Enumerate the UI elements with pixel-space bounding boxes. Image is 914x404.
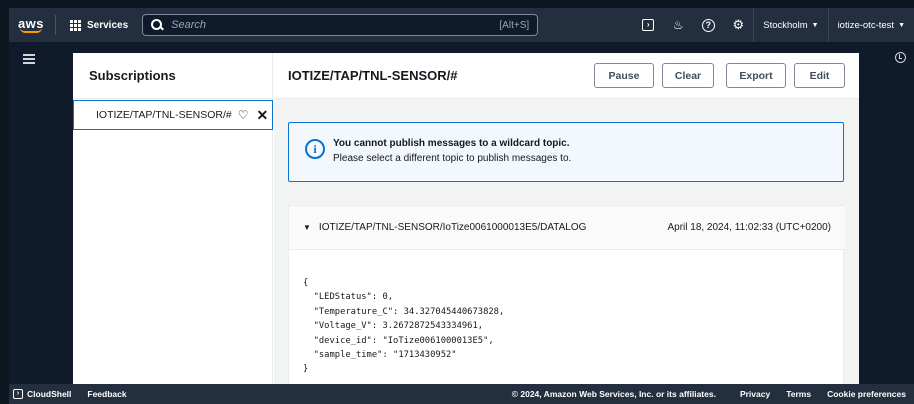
close-icon[interactable]: ✕ <box>257 107 269 124</box>
message-timestamp: April 18, 2024, 11:02:33 (UTC+0200) <box>667 222 831 233</box>
edit-button[interactable]: Edit <box>794 63 845 88</box>
grid-icon <box>70 19 81 31</box>
hamburger-menu-icon[interactable] <box>23 54 35 64</box>
help-button[interactable]: ? <box>693 8 723 42</box>
terms-link[interactable]: Terms <box>778 389 819 399</box>
services-label: Services <box>87 19 129 31</box>
subscription-item[interactable]: IOTIZE/TAP/TNL-SENSOR/# ♡ ✕ <box>73 100 273 130</box>
alert-title: You cannot publish messages to a wildcar… <box>333 138 570 149</box>
info-alert: i You cannot publish messages to a wildc… <box>288 122 844 182</box>
gear-icon: ⚙ <box>732 17 745 32</box>
nav-right-group: › ♨ ? ⚙ Stockholm ▼ iotize-otc-test ▼ <box>633 8 914 42</box>
main-content: Subscriptions IOTIZE/TAP/TNL-SENSOR/# ♡ … <box>47 42 888 384</box>
privacy-link[interactable]: Privacy <box>732 389 778 399</box>
payload-line: "LEDStatus": 0, <box>303 292 394 303</box>
clear-button[interactable]: Clear <box>662 63 714 88</box>
mqtt-client-panel: Subscriptions IOTIZE/TAP/TNL-SENSOR/# ♡ … <box>73 53 859 384</box>
topic-title: IOTIZE/TAP/TNL-SENSOR/# <box>288 68 458 83</box>
message-topic: IOTIZE/TAP/TNL-SENSOR/IoTize0061000013E5… <box>318 222 587 233</box>
message-payload: { "LEDStatus": 0, "Temperature_C": 34.32… <box>303 276 504 377</box>
subscriptions-column: Subscriptions IOTIZE/TAP/TNL-SENSOR/# ♡ … <box>73 53 273 384</box>
caret-down-icon: ▼ <box>898 21 905 29</box>
subscriptions-title: Subscriptions <box>89 68 176 83</box>
clock-icon[interactable] <box>895 52 906 63</box>
payload-line: "Voltage_V": 3.2672872543334961, <box>303 321 484 332</box>
cloudshell-label: CloudShell <box>27 389 72 399</box>
help-icon: ? <box>701 18 715 32</box>
account-menu[interactable]: iotize-otc-test ▼ <box>827 8 914 42</box>
message-header[interactable]: ▼ IOTIZE/TAP/TNL-SENSOR/IoTize0061000013… <box>289 206 845 250</box>
aws-smile-icon <box>20 28 42 33</box>
payload-line: { <box>303 278 309 288</box>
favorite-heart-icon[interactable]: ♡ <box>238 108 249 122</box>
topic-column: IOTIZE/TAP/TNL-SENSOR/# Pause Clear Expo… <box>274 53 859 384</box>
region-label: Stockholm <box>763 19 808 31</box>
aws-logo[interactable]: aws <box>9 8 53 42</box>
payload-line: "Temperature_C": 34.327045440673828, <box>303 306 505 317</box>
copyright-text: © 2024, Amazon Web Services, Inc. or its… <box>511 389 716 399</box>
alert-area: i You cannot publish messages to a wildc… <box>274 99 859 195</box>
right-rail <box>888 42 914 384</box>
region-selector[interactable]: Stockholm ▼ <box>753 8 827 42</box>
pause-button[interactable]: Pause <box>594 63 654 88</box>
cloudshell-footer-button[interactable]: › CloudShell <box>9 389 79 399</box>
nav-divider <box>55 15 56 35</box>
bell-icon: ♨ <box>672 18 684 32</box>
top-navigation: aws Services [Alt+S] › ♨ ? ⚙ Stockholm ▼… <box>9 8 914 42</box>
search-box[interactable]: [Alt+S] <box>142 14 539 36</box>
message-card: ▼ IOTIZE/TAP/TNL-SENSOR/IoTize0061000013… <box>288 205 845 384</box>
expand-caret-down-icon: ▼ <box>303 223 311 232</box>
cloudshell-button[interactable]: › <box>633 8 663 42</box>
feedback-link[interactable]: Feedback <box>79 389 134 399</box>
payload-line: "sample_time": "1713430952" <box>303 350 457 361</box>
cloudshell-icon: › <box>13 389 23 399</box>
divider <box>73 98 273 99</box>
export-button[interactable]: Export <box>726 63 786 88</box>
search-icon <box>151 19 163 31</box>
caret-down-icon: ▼ <box>811 21 819 29</box>
payload-line: } <box>303 364 309 375</box>
cloudshell-icon: › <box>642 19 655 31</box>
cookie-preferences-link[interactable]: Cookie preferences <box>819 389 914 399</box>
left-rail <box>9 42 47 384</box>
services-menu-button[interactable]: Services <box>64 8 134 42</box>
payload-line: "device_id": "IoTize0061000013E5", <box>303 335 494 346</box>
subscription-topic: IOTIZE/TAP/TNL-SENSOR/# <box>96 109 232 121</box>
info-icon: i <box>305 139 325 159</box>
search-input[interactable] <box>171 19 500 31</box>
messages-area: ▼ IOTIZE/TAP/TNL-SENSOR/IoTize0061000013… <box>274 195 859 384</box>
alert-body: Please select a different topic to publi… <box>333 153 572 164</box>
notifications-button[interactable]: ♨ <box>663 8 693 42</box>
account-label: iotize-otc-test <box>837 19 895 31</box>
footer-bar: › CloudShell Feedback © 2024, Amazon Web… <box>9 384 914 404</box>
settings-button[interactable]: ⚙ <box>723 8 753 42</box>
search-shortcut: [Alt+S] <box>499 19 530 31</box>
